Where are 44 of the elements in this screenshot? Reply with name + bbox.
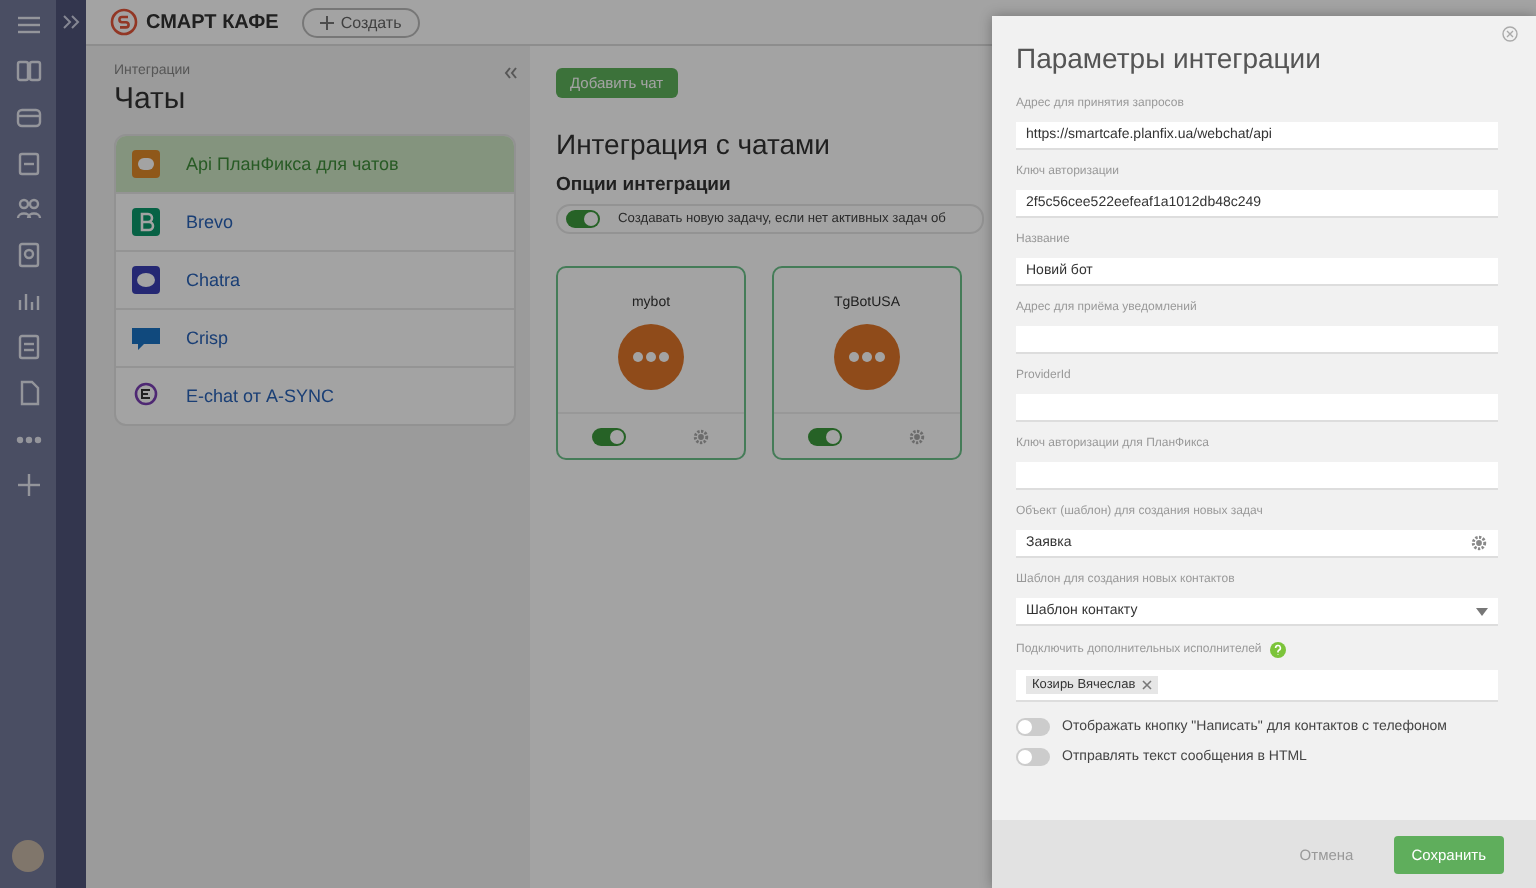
section-title: Интеграция с чатами xyxy=(556,128,830,160)
gear-icon[interactable] xyxy=(692,427,711,445)
letter-b-icon xyxy=(132,208,160,236)
options-heading: Опции интеграции xyxy=(556,174,733,196)
chat-dots-icon xyxy=(834,324,900,390)
toggle-switch[interactable] xyxy=(591,427,626,445)
clipboard-icon[interactable] xyxy=(13,148,43,178)
remove-icon[interactable] xyxy=(1141,680,1152,690)
create-button[interactable]: Создать xyxy=(302,7,420,37)
input-field[interactable] xyxy=(1016,326,1498,354)
integration-item[interactable]: Api ПланФикса для чатов xyxy=(116,136,514,194)
integration-item[interactable]: Chatra xyxy=(116,252,514,310)
contact-card-icon[interactable] xyxy=(13,240,43,270)
toggle-switch[interactable] xyxy=(1016,718,1050,736)
toggle-switch[interactable] xyxy=(1016,748,1050,766)
chat-bubble-icon xyxy=(132,150,160,178)
plus-icon xyxy=(320,15,335,29)
input-field[interactable] xyxy=(1016,394,1498,422)
help-icon[interactable] xyxy=(1269,642,1286,658)
chat-bubble-icon xyxy=(132,266,160,294)
panel-title: Параметры интеграции xyxy=(1016,42,1323,74)
chat-dots-icon xyxy=(618,324,684,390)
letter-e-icon xyxy=(132,382,160,410)
input-field[interactable] xyxy=(1016,462,1498,490)
logo-icon xyxy=(110,8,138,36)
double-chevron-icon[interactable] xyxy=(504,66,518,80)
book-icon[interactable] xyxy=(13,56,43,86)
gear-icon[interactable] xyxy=(1470,534,1488,552)
logo-text: СМАРТ КАФЕ xyxy=(146,11,279,33)
toggle-switch[interactable] xyxy=(807,427,842,445)
integration-item[interactable]: Brevo xyxy=(116,194,514,252)
double-chevron-icon[interactable] xyxy=(61,10,81,34)
avatar[interactable] xyxy=(12,840,44,872)
close-icon[interactable] xyxy=(1502,26,1518,42)
speech-bubble-icon xyxy=(132,324,160,352)
toggle-switch[interactable] xyxy=(566,210,600,228)
document-icon[interactable] xyxy=(13,332,43,362)
people-icon[interactable] xyxy=(13,194,43,224)
plus-icon[interactable] xyxy=(13,470,43,500)
page-title: Чаты xyxy=(114,82,188,116)
caret-icon xyxy=(1476,607,1488,615)
gear-icon[interactable] xyxy=(908,427,927,445)
integration-item[interactable]: Crisp xyxy=(116,310,514,368)
integration-item[interactable]: E-chat от A-SYNC xyxy=(116,368,514,424)
